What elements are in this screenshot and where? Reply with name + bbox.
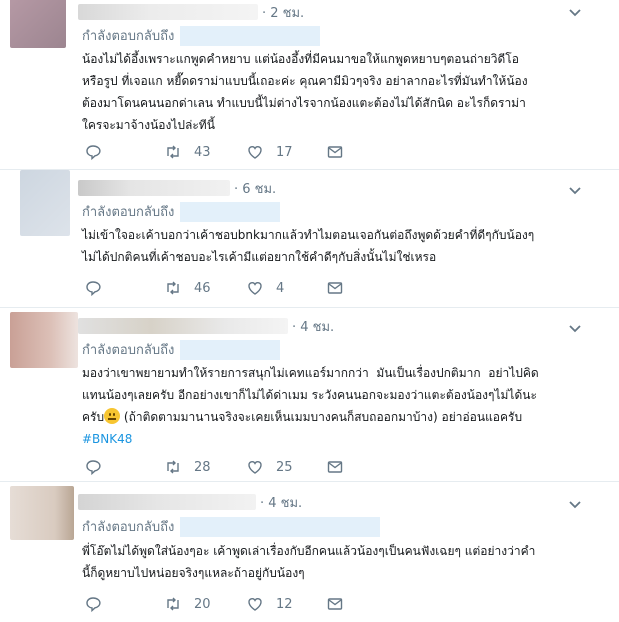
heart-icon [248,598,262,611]
hashtag-link[interactable]: #BNK48 [82,432,132,446]
envelope-icon [327,598,343,610]
reply-icon [86,281,101,297]
reply-to: กำลังตอบกลับถึง [82,201,281,222]
tweet: · 2 ชม. กำลังตอบกลับถึง น้องไม่ได้อึ้งเพ… [0,0,619,170]
reply-to-handle[interactable] [180,25,321,46]
like-button[interactable]: 12 [246,594,293,614]
reply-to-label: กำลังตอบกลับถึง [82,29,175,44]
reply-icon [86,460,101,476]
tweet-actions: 46 4 [84,278,364,298]
tweet-actions: 20 12 [84,594,364,614]
blurred-name [78,180,230,196]
tweet: · 4 ชม. กำลังตอบกลับถึง มองว่าเขาพยายามท… [0,308,619,482]
retweet-count: 46 [194,280,211,296]
chevron-down-icon[interactable] [567,4,583,20]
like-button[interactable]: 25 [246,457,293,477]
heart-icon [248,146,262,159]
avatar[interactable] [10,486,74,540]
reply-to-label: กำลังตอบกลับถึง [82,343,175,358]
tweet-text: มองว่าเขาพยายามทำให้รายการสนุกไม่เคทแอร์… [82,362,582,450]
tweet: · 4 ชม. กำลังตอบกลับถึง พี่โอ๊ตไม่ได้พูด… [0,482,619,622]
chevron-down-icon[interactable] [567,496,583,512]
tweet: · 6 ชม. กำลังตอบกลับถึง ไม่เข้าใจอะเค้าบ… [0,170,619,308]
direct-message-button[interactable] [326,594,344,614]
blurred-name [78,318,288,334]
like-count: 4 [276,280,285,296]
retweet-count: 43 [194,144,211,160]
reply-button[interactable] [84,594,102,614]
tweet-text: ไม่เข้าใจอะเค้าบอกว่าเค้าชอบbnkมากแล้วทำ… [82,228,535,264]
like-count: 17 [276,144,293,160]
direct-message-button[interactable] [326,278,344,298]
reply-to: กำลังตอบกลับถึง [82,516,381,537]
reply-button[interactable] [84,457,102,477]
avatar[interactable] [10,0,66,48]
tweet-time[interactable]: · 4 ชม. [292,316,334,337]
tweet-header: · 4 ชม. [78,492,302,512]
retweet-button[interactable]: 20 [164,594,211,614]
neutral-face-emoji-icon [104,408,121,424]
tweet-text: น้องไม่ได้อึ้งเพราะแกพูดคำหยาบ แต่น้องอึ… [82,52,528,132]
tweet-actions: 43 17 [84,142,364,162]
envelope-icon [327,146,343,158]
tweet-header: · 4 ชม. [78,316,334,336]
reply-icon [86,145,101,161]
reply-to-label: กำลังตอบกลับถึง [82,520,175,535]
reply-button[interactable] [84,278,102,298]
direct-message-button[interactable] [326,142,344,162]
tweet-actions: 28 25 [84,457,364,477]
heart-icon [248,282,262,295]
retweet-icon [167,145,179,159]
tweet-header: · 2 ชม. [78,2,304,22]
chevron-down-icon[interactable] [567,320,583,336]
reply-to: กำลังตอบกลับถึง [82,25,321,46]
blurred-name [78,494,256,510]
blurred-name [78,4,258,20]
retweet-icon [167,281,179,295]
envelope-icon [327,461,343,473]
tweet-text-continued: (ถ้าติดตามมานานจริงจะเคยเห็นเมมบางคนก็สบ… [120,410,523,424]
tweet-time[interactable]: · 2 ชม. [262,2,304,23]
retweet-icon [167,460,179,474]
retweet-button[interactable]: 43 [164,142,211,162]
tweet-time[interactable]: · 4 ชม. [260,492,302,513]
retweet-button[interactable]: 28 [164,457,211,477]
tweet-time[interactable]: · 6 ชม. [234,178,276,199]
envelope-icon [327,282,343,294]
avatar[interactable] [10,312,78,368]
heart-icon [248,461,262,474]
like-button[interactable]: 17 [246,142,293,162]
reply-to-handle[interactable] [180,339,281,360]
retweet-icon [167,597,179,611]
like-count: 12 [276,596,293,612]
avatar[interactable] [20,170,70,236]
like-button[interactable]: 4 [246,278,284,298]
direct-message-button[interactable] [326,457,344,477]
retweet-count: 28 [194,459,211,475]
reply-to: กำลังตอบกลับถึง [82,339,281,360]
reply-button[interactable] [84,142,102,162]
reply-to-handle[interactable] [180,201,281,222]
reply-to-handle[interactable] [180,516,381,537]
like-count: 25 [276,459,293,475]
tweet-text: พี่โอ๊ตไม่ได้พูดใส่น้องๆอะ เค้าพูดเล่าเร… [82,544,536,580]
tweet-header: · 6 ชม. [78,178,276,198]
chevron-down-icon[interactable] [567,182,583,198]
reply-icon [86,597,101,613]
retweet-count: 20 [194,596,211,612]
retweet-button[interactable]: 46 [164,278,211,298]
reply-to-label: กำลังตอบกลับถึง [82,205,175,220]
